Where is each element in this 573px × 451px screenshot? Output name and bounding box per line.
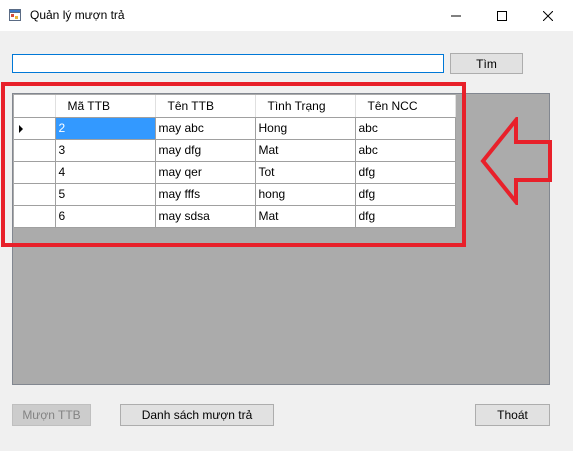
table-cell[interactable]: dfg — [354, 182, 456, 206]
app-window-icon — [9, 9, 21, 21]
table-cell[interactable]: Tot — [254, 160, 356, 184]
window-title: Quản lý mượn trả — [30, 8, 125, 22]
table-cell[interactable]: 5 — [54, 182, 156, 206]
table-cell[interactable]: Mat — [254, 138, 356, 162]
table-cell[interactable]: 3 — [54, 138, 156, 162]
borrow-list-button[interactable]: Danh sách mượn trả — [120, 404, 274, 426]
table-row[interactable]: 6 may sdsa Mat dfg — [14, 204, 456, 228]
table-cell[interactable]: may qer — [154, 160, 256, 184]
table-cell[interactable]: may abc — [154, 116, 256, 140]
table-cell[interactable]: may fffs — [154, 182, 256, 206]
row-header-cell[interactable] — [14, 182, 56, 206]
borrow-equipment-button[interactable]: Mượn TTB — [12, 404, 91, 426]
table-cell[interactable]: Hong — [254, 116, 356, 140]
column-header[interactable]: Mã TTB — [55, 95, 156, 118]
title-bar: Quản lý mượn trả — [0, 0, 573, 31]
row-header-cell[interactable] — [14, 116, 56, 140]
maximize-icon — [497, 10, 507, 21]
column-header[interactable]: Tên TTB — [155, 95, 256, 118]
column-header[interactable]: Tình Trạng — [255, 95, 356, 118]
table-row[interactable]: 5 may fffs hong dfg — [14, 182, 456, 206]
close-button[interactable] — [525, 0, 571, 31]
equipment-table: Mã TTB Tên TTB Tình Trạng Tên NCC 2 may … — [14, 95, 456, 228]
find-button[interactable]: Tìm — [450, 53, 523, 74]
table-cell[interactable]: 6 — [54, 204, 156, 228]
minimize-button[interactable] — [433, 0, 479, 31]
table-cell[interactable]: dfg — [354, 204, 456, 228]
row-header-cell[interactable] — [14, 160, 56, 184]
maximize-button[interactable] — [479, 0, 525, 31]
table-cell[interactable]: 4 — [54, 160, 156, 184]
search-input[interactable] — [12, 54, 444, 73]
table-cell[interactable]: may sdsa — [154, 204, 256, 228]
corner-header-cell[interactable] — [14, 95, 56, 118]
data-grid[interactable]: Mã TTB Tên TTB Tình Trạng Tên NCC 2 may … — [12, 93, 550, 385]
table-cell[interactable]: may dfg — [154, 138, 256, 162]
table-cell[interactable]: dfg — [354, 160, 456, 184]
table-cell[interactable]: abc — [354, 116, 456, 140]
row-pointer-icon — [19, 124, 23, 133]
minimize-icon — [451, 15, 461, 16]
exit-button[interactable]: Thoát — [475, 404, 550, 426]
table-cell[interactable]: 2 — [54, 116, 156, 140]
header-row: Mã TTB Tên TTB Tình Trạng Tên NCC — [14, 95, 456, 118]
table-row[interactable]: 3 may dfg Mat abc — [14, 138, 456, 162]
close-icon — [543, 10, 553, 21]
table-row[interactable]: 2 may abc Hong abc — [14, 116, 456, 140]
table-cell[interactable]: Mat — [254, 204, 356, 228]
table-row[interactable]: 4 may qer Tot dfg — [14, 160, 456, 184]
row-header-cell[interactable] — [14, 138, 56, 162]
table-cell[interactable]: hong — [254, 182, 356, 206]
table-cell[interactable]: abc — [354, 138, 456, 162]
row-header-cell[interactable] — [14, 204, 56, 228]
column-header[interactable]: Tên NCC — [355, 95, 456, 118]
